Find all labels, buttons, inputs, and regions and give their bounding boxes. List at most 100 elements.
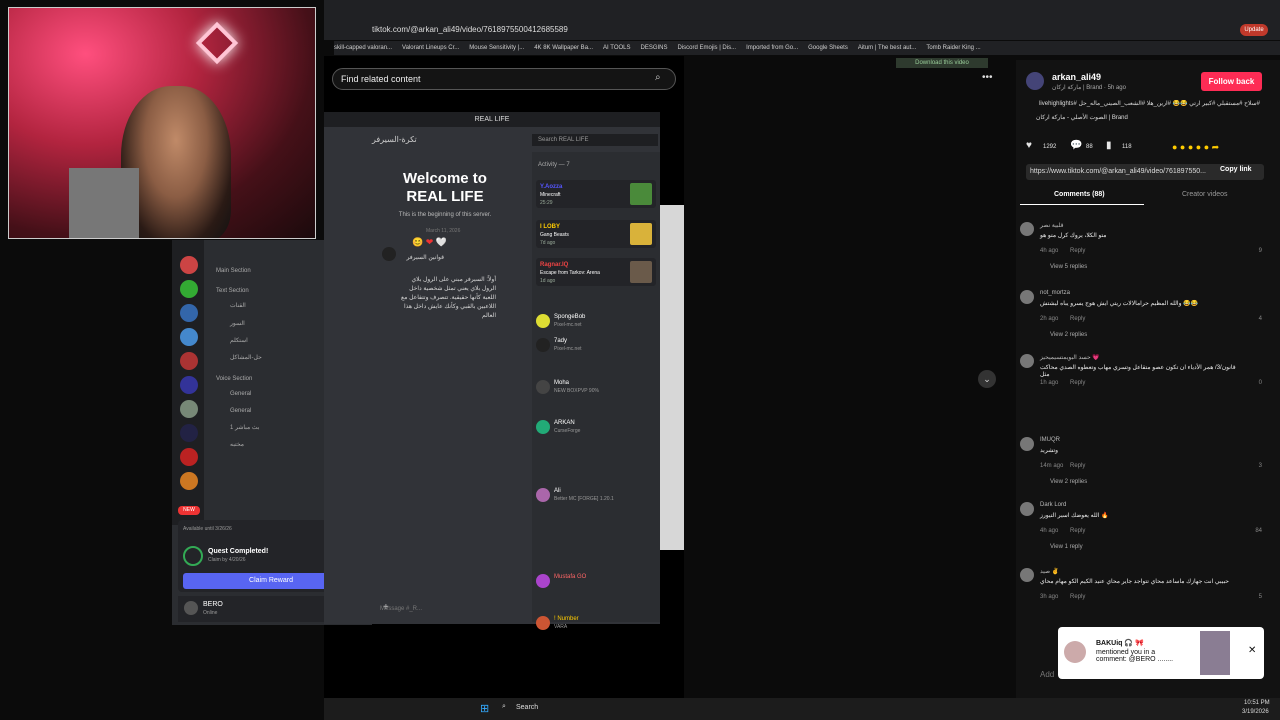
avatar[interactable] [1020,354,1034,368]
member-item[interactable]: Mustafa GO [536,572,656,592]
tab-comments[interactable]: Comments (88) [1054,191,1105,198]
more-options-icon[interactable]: ••• [982,72,993,83]
channel-item[interactable]: استكلم [230,337,248,344]
windows-start-icon[interactable]: ⊞ [480,702,489,715]
comment-author[interactable]: IMUQR [1040,437,1060,443]
server-icon[interactable] [180,400,198,418]
comment-author[interactable]: Dark Lord [1040,502,1066,508]
bookmark-item[interactable]: Aitum | The best aut... [858,41,916,55]
text-section-label[interactable]: Text Section [216,288,249,294]
message-input[interactable]: Message #_R... [380,602,516,616]
member-item[interactable]: Moha NEW BOXPVP 90% [536,378,656,398]
reply-button[interactable]: Reply [1070,316,1085,322]
comment-like-count[interactable]: 84 [1255,528,1262,534]
channel-item[interactable]: السور [230,320,245,327]
follow-back-button[interactable]: Follow back [1201,72,1262,91]
bookmark-item[interactable]: Google Sheets [808,41,848,55]
comment-author[interactable]: حسد البويمتسيميحيز 💗 [1040,354,1100,361]
reply-button[interactable]: Reply [1070,248,1085,254]
like-icon[interactable]: ♥ [1026,140,1032,151]
avatar[interactable] [1020,437,1034,451]
comment-like-count[interactable]: 3 [1259,463,1262,469]
view-replies-button[interactable]: View 1 reply [1050,544,1083,550]
reply-button[interactable]: Reply [1070,380,1085,386]
comment-like-count[interactable]: 0 [1259,380,1262,386]
bookmark-item[interactable]: Tomb Raider King ... [926,41,980,55]
main-section-label[interactable]: Main Section [216,268,251,274]
server-icon[interactable] [180,304,198,322]
view-replies-button[interactable]: View 5 replies [1050,264,1087,270]
next-video-button[interactable]: ⌄ [978,370,996,388]
bookmark-item[interactable]: Valorant Lineups Cr... [402,41,459,55]
member-item[interactable]: ARKAN CurseForge [536,418,656,438]
copy-link-button[interactable]: Copy link [1220,166,1252,173]
server-icon[interactable] [180,328,198,346]
comment-like-count[interactable]: 5 [1259,594,1262,600]
avatar[interactable] [184,601,198,615]
reply-button[interactable]: Reply [1070,528,1085,534]
activity-card[interactable]: Y.Aozza Minecraft 25:29 [536,180,656,208]
avatar[interactable] [1020,568,1034,582]
channel-item[interactable]: القنات [230,302,246,309]
activity-card[interactable]: Ragnar.IQ Escape from Tarkov: Arena 1d a… [536,258,656,286]
member-item[interactable]: ! Number VARA [536,614,656,634]
server-icon[interactable] [180,424,198,442]
avatar[interactable] [1026,72,1044,90]
avatar[interactable] [1020,222,1034,236]
server-icon[interactable] [180,472,198,490]
update-button[interactable]: Update [1240,24,1268,36]
comment-author[interactable]: not_mortza [1040,290,1070,296]
bookmark-item[interactable]: DESGINS [641,41,668,55]
mention-notification[interactable]: BAKUiq 🎧 🎀 mentioned you in a comment: @… [1058,627,1264,679]
channel-item[interactable]: حل-المشاكل [230,354,262,361]
member-item[interactable]: SpongeBob Pixel-mc.net [536,312,656,332]
voice-channel[interactable]: مختبه [230,441,244,448]
server-icon[interactable] [180,256,198,274]
download-video-button[interactable]: Download this video [896,58,988,68]
voice-channel[interactable]: General [230,408,251,414]
tab-creator-videos[interactable]: Creator videos [1182,191,1228,198]
address-bar[interactable]: tiktok.com/@arkan_ali49/video/7618975500… [372,22,912,38]
music-info[interactable]: الصوت الأصلي - ماركة اركان | Brand [1036,114,1128,121]
voice-channel[interactable]: بث مباشر 1 [230,424,259,431]
bookmark-item[interactable]: Mouse Sensitivity |... [469,41,524,55]
search-icon[interactable]: ⌕ [655,72,661,83]
bookmark-item[interactable]: Discord Emojis | Dis... [678,41,737,55]
view-replies-button[interactable]: View 2 replies [1050,479,1087,485]
voice-channel[interactable]: General [230,391,251,397]
server-search-input[interactable]: Search REAL LIFE [532,134,658,146]
taskbar-search-label[interactable]: Search [516,704,538,711]
share-icons[interactable]: ● ● ● ● ● ➦ [1172,142,1219,153]
server-icon[interactable] [180,280,198,298]
taskbar-search-icon[interactable]: ⌕ [502,703,506,711]
server-icon[interactable] [180,352,198,370]
taskbar: ⊞ ⌕ Search 10:51 PM 3/19/2026 [324,698,1280,720]
comment-author[interactable]: قلبية نصر [1040,222,1064,229]
bookmark-item[interactable]: skill-capped valoran... [334,41,392,55]
member-item[interactable]: 7ady Pixel-mc.net [536,336,656,356]
comment-like-count[interactable]: 4 [1259,316,1262,322]
close-icon[interactable]: ✕ [1248,645,1256,656]
comment-icon[interactable]: 💬 [1070,140,1082,151]
bookmark-item[interactable]: AI TOOLS [603,41,630,55]
reply-button[interactable]: Reply [1070,463,1085,469]
voice-section-label[interactable]: Voice Section [216,376,252,382]
bookmark-item[interactable]: 4K 8K Wallpaper Ba... [534,41,593,55]
save-icon[interactable]: ▮ [1106,140,1112,151]
message-reactions[interactable]: 😊 ❤ 🤍 [412,237,447,248]
comment-like-count[interactable]: 9 [1259,248,1262,254]
avatar[interactable] [1020,290,1034,304]
add-comment-input[interactable]: Add [1040,670,1054,679]
add-attachment-icon[interactable]: + [383,602,389,613]
member-item[interactable]: Ali Better MC [FORGE] 1.20.1 [536,486,656,506]
search-input[interactable]: Find related content [332,68,676,90]
bookmark-item[interactable]: Imported from Go... [746,41,798,55]
avatar[interactable] [1020,502,1034,516]
server-icon[interactable] [180,448,198,466]
view-replies-button[interactable]: View 2 replies [1050,332,1087,338]
reply-button[interactable]: Reply [1070,594,1085,600]
author-name[interactable]: arkan_ali49 [1052,72,1101,82]
server-icon[interactable] [180,376,198,394]
comment-author[interactable]: صيد ✌ [1040,568,1059,575]
activity-card[interactable]: I LOBY Gang Beasts 7d ago [536,220,656,248]
